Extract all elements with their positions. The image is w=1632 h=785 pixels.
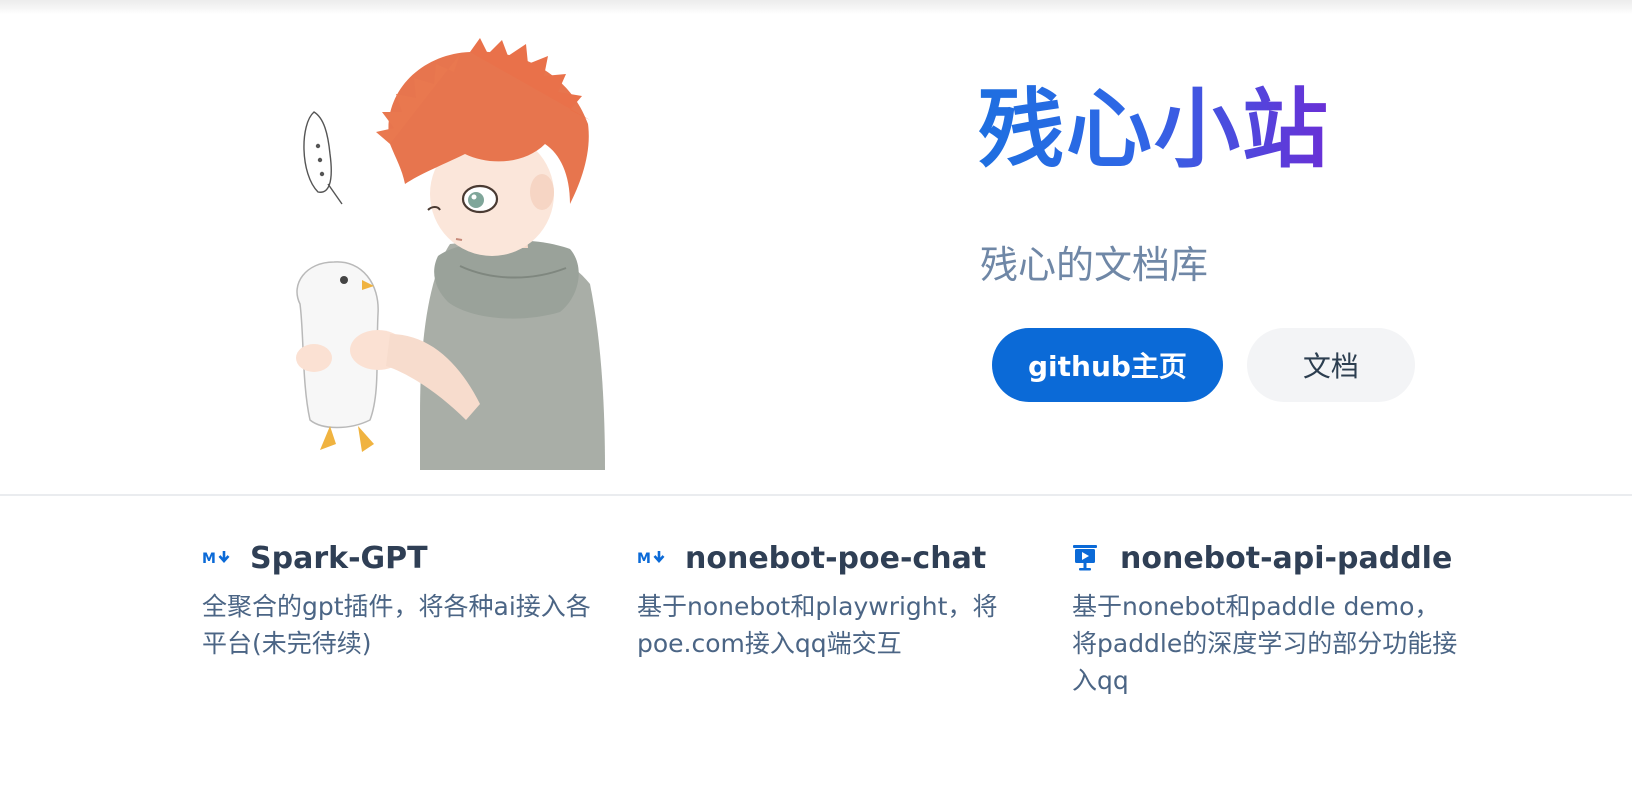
feature-title[interactable]: nonebot-poe-chat bbox=[685, 541, 986, 576]
docs-button[interactable]: 文档 bbox=[1246, 328, 1415, 402]
svg-text:M: M bbox=[202, 551, 216, 567]
presentation-icon bbox=[1072, 541, 1106, 575]
feature-card: M nonebot-poe-chat 基于nonebot和playwright，… bbox=[637, 536, 1027, 662]
markdown-icon: M bbox=[202, 541, 236, 575]
feature-description: 基于nonebot和playwright，将poe.com接入qq端交互 bbox=[637, 592, 998, 658]
feature-card: nonebot-api-paddle 基于nonebot和paddle demo… bbox=[1072, 536, 1462, 699]
feature-description: 基于nonebot和paddle demo，将paddle的深度学习的部分功能接… bbox=[1072, 592, 1458, 695]
navbar-shadow bbox=[0, 0, 1632, 14]
speech-bubble bbox=[303, 111, 343, 205]
hero-section: 残心小站 残心的文档库 github主页 文档 bbox=[0, 14, 1632, 494]
anime-boy-illustration bbox=[296, 38, 605, 470]
site-title: 残心小站 bbox=[978, 80, 1330, 180]
markdown-icon: M bbox=[637, 541, 671, 575]
svg-text:M: M bbox=[637, 551, 651, 567]
features-section: M Spark-GPT 全聚合的gpt插件，将各种ai接入各平台(未完待续) M… bbox=[0, 496, 1632, 785]
site-tagline: 残心的文档库 bbox=[980, 243, 1209, 287]
hero-illustration bbox=[270, 34, 630, 470]
feature-title[interactable]: nonebot-api-paddle bbox=[1120, 541, 1452, 576]
feature-title[interactable]: Spark-GPT bbox=[250, 541, 428, 576]
github-home-button[interactable]: github主页 bbox=[992, 328, 1223, 402]
feature-description: 全聚合的gpt插件，将各种ai接入各平台(未完待续) bbox=[202, 592, 591, 658]
feature-card: M Spark-GPT 全聚合的gpt插件，将各种ai接入各平台(未完待续) bbox=[202, 536, 592, 662]
hero-actions: github主页 文档 bbox=[992, 328, 1415, 402]
